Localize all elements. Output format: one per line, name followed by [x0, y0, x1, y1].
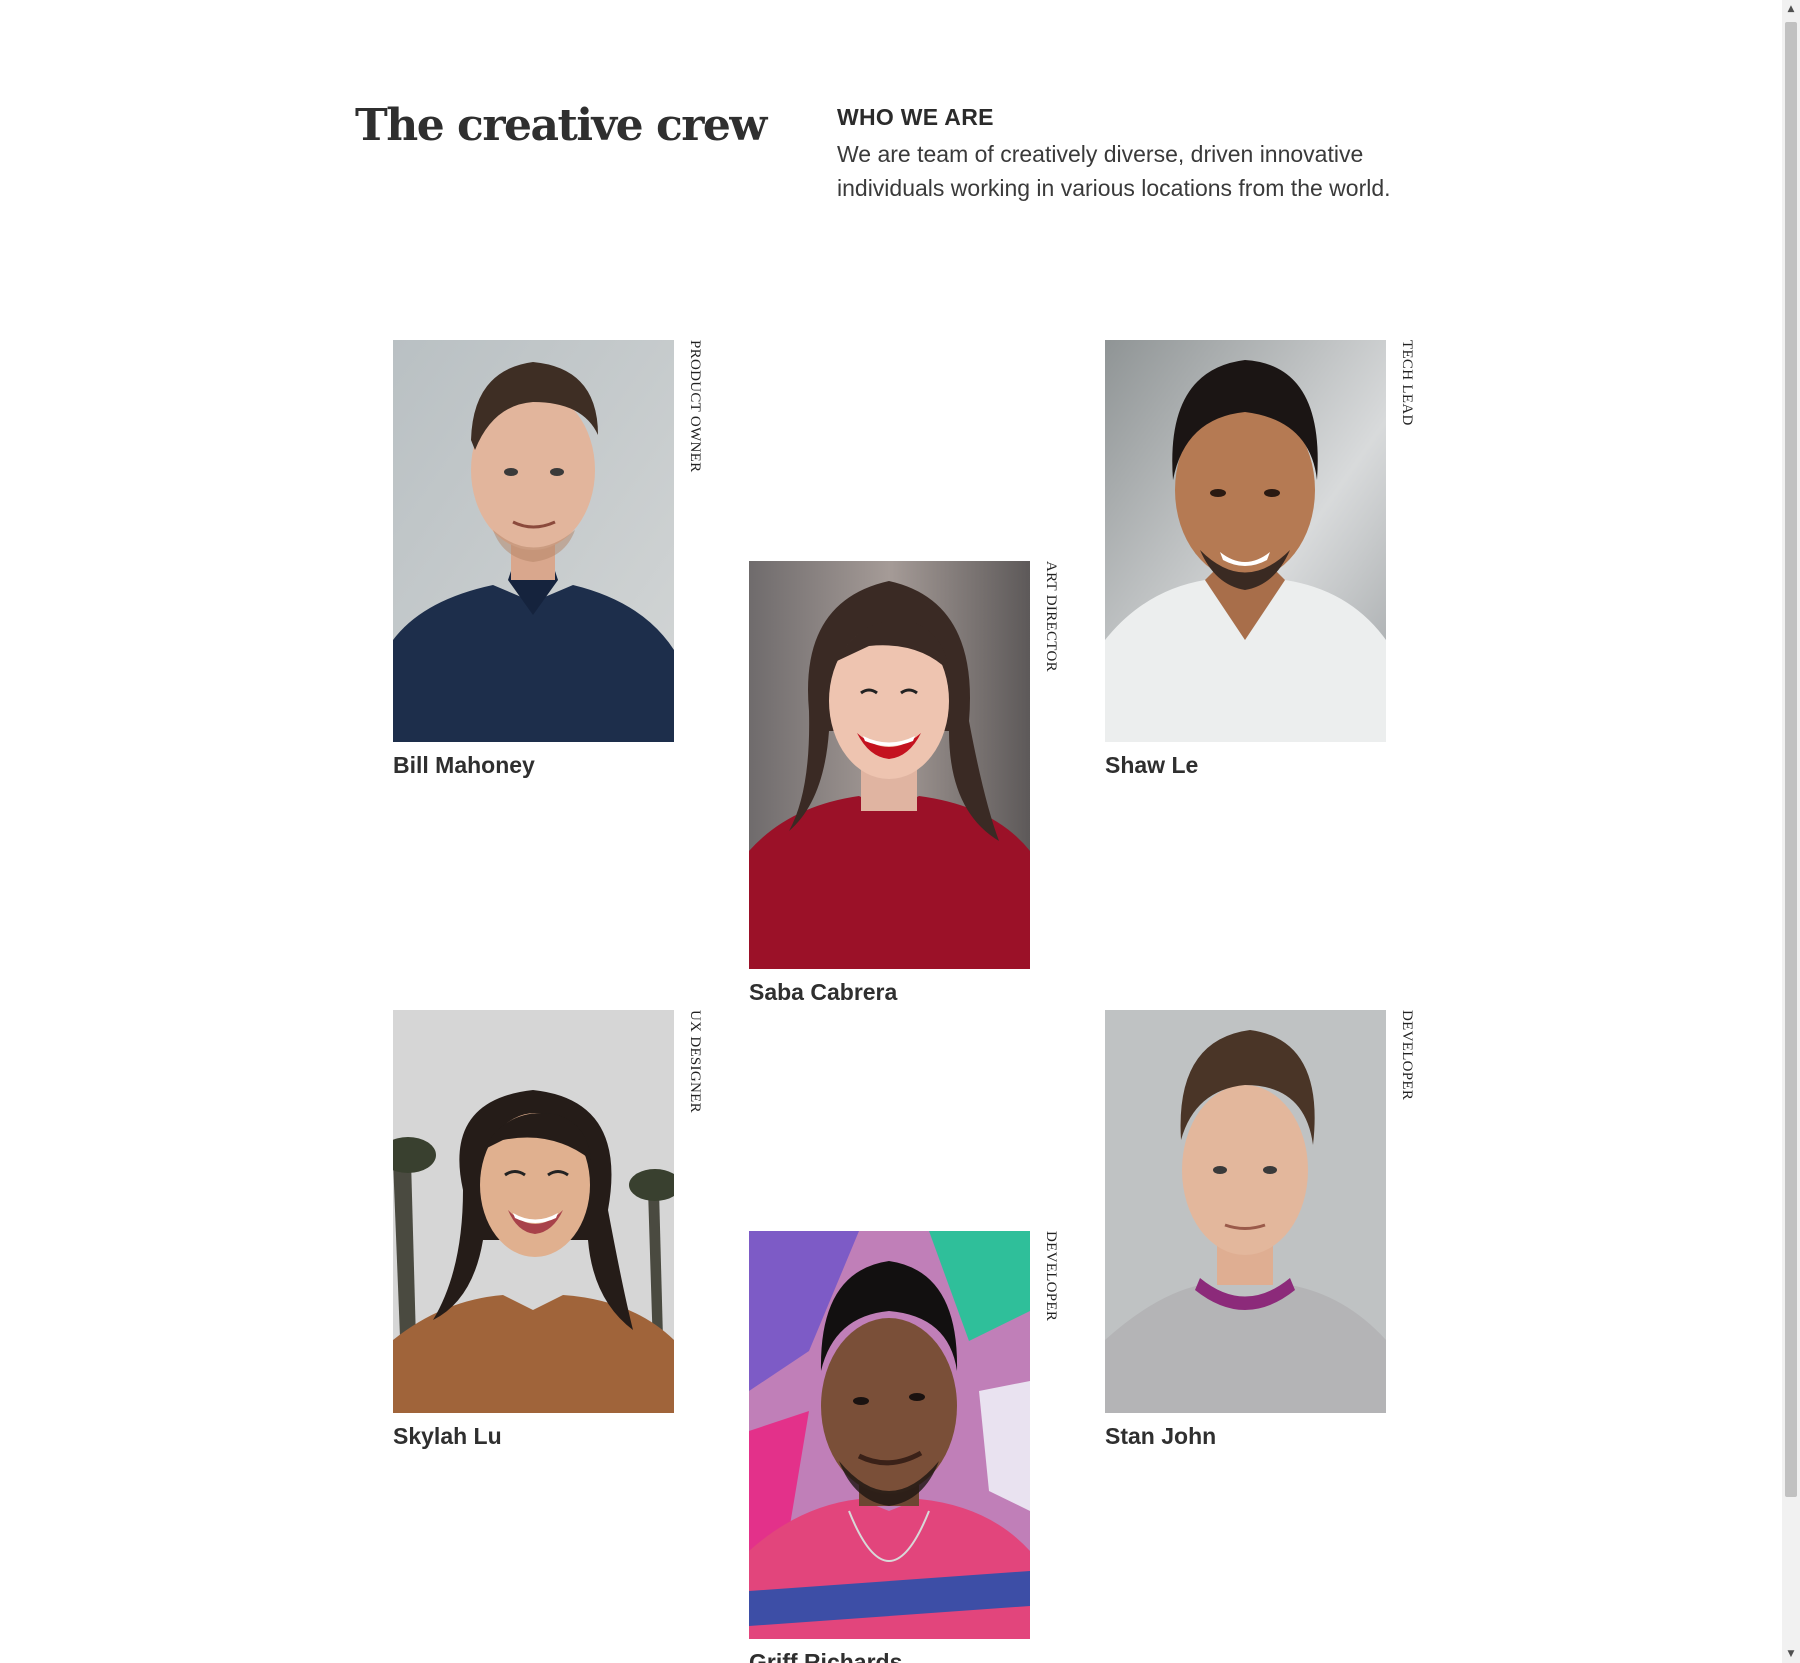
- scrollbar-thumb[interactable]: [1785, 22, 1797, 1497]
- member-photo: [1105, 340, 1386, 742]
- about-heading: WHO WE ARE: [837, 104, 994, 130]
- member-photo: [749, 561, 1030, 969]
- chevron-down-icon[interactable]: ▼: [1782, 1645, 1800, 1663]
- page-title: The creative crew: [355, 100, 767, 151]
- portrait-image: [749, 561, 1030, 969]
- member-name: Bill Mahoney: [393, 752, 535, 778]
- team-member-stan-john: DEVELOPER Stan John: [1105, 1010, 1435, 1450]
- member-role: ART DIRECTOR: [1043, 561, 1059, 672]
- member-role: DEVELOPER: [1399, 1010, 1415, 1101]
- member-role: PRODUCT OWNER: [687, 340, 703, 473]
- about-text: We are team of creatively diverse, drive…: [837, 141, 1391, 201]
- member-photo: [393, 1010, 674, 1413]
- team-member-griff-richards: DEVELOPER Griff Richards: [749, 1231, 1079, 1663]
- portrait-image: [1105, 1010, 1386, 1413]
- team-member-shaw-le: TECH LEAD Shaw Le: [1105, 340, 1435, 779]
- member-name: Stan John: [1105, 1423, 1217, 1449]
- member-name: Griff Richards: [749, 1649, 903, 1663]
- vertical-scrollbar[interactable]: ▲ ▼: [1782, 0, 1800, 1663]
- portrait-image: [393, 340, 674, 742]
- member-name: Saba Cabrera: [749, 979, 898, 1005]
- member-name: Skylah Lu: [393, 1423, 502, 1449]
- member-role: TECH LEAD: [1399, 340, 1415, 426]
- portrait-image: [749, 1231, 1030, 1639]
- member-name: Shaw Le: [1105, 752, 1199, 778]
- team-member-skylah-lu: UX DESIGNER Skylah Lu: [393, 1010, 723, 1450]
- chevron-up-icon[interactable]: ▲: [1782, 0, 1800, 18]
- member-photo: [393, 340, 674, 742]
- member-role: DEVELOPER: [1043, 1231, 1059, 1322]
- team-member-saba-cabrera: ART DIRECTOR Saba Cabrera: [749, 561, 1079, 1006]
- portrait-image: [393, 1010, 674, 1413]
- team-member-bill-mahoney: PRODUCT OWNER Bill Mahoney: [393, 340, 723, 779]
- member-role: UX DESIGNER: [687, 1010, 703, 1113]
- portrait-image: [1105, 340, 1386, 742]
- member-photo: [1105, 1010, 1386, 1413]
- team-page: The creative crew WHO WE ARE We are team…: [0, 0, 1782, 1663]
- member-photo: [749, 1231, 1030, 1639]
- about-section: WHO WE ARE We are team of creatively div…: [837, 104, 1437, 205]
